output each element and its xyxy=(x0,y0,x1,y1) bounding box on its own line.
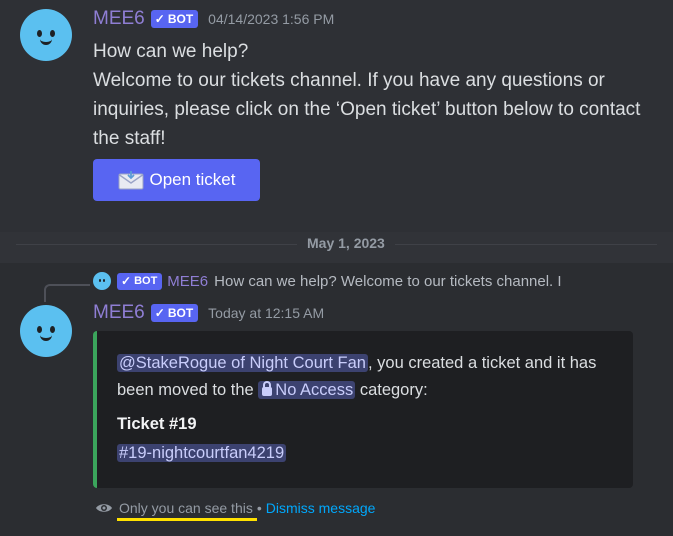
message-line: Welcome to our tickets channel. If you h… xyxy=(93,70,641,149)
reply-preview[interactable]: ✓ BOT MEE6 How can we help? Welcome to o… xyxy=(93,272,638,290)
message-1-header: MEE6 ✓ BOT 04/14/2023 1:56 PM xyxy=(93,8,334,30)
ticket-embed: @StakeRogue of Night Court Fan, you crea… xyxy=(93,331,633,488)
reply-avatar xyxy=(93,272,111,290)
avatar-eye-right xyxy=(50,326,55,333)
message-line: How can we help? xyxy=(93,41,249,62)
username[interactable]: MEE6 xyxy=(93,302,145,324)
separator-dot: • xyxy=(256,500,262,516)
mee6-avatar[interactable] xyxy=(20,305,72,357)
bot-badge-label: BOT xyxy=(167,306,194,320)
checkmark-icon: ✓ xyxy=(154,12,165,26)
embed-text: category: xyxy=(355,381,428,399)
envelope-icon xyxy=(118,171,143,190)
channel-mention[interactable]: #19-nightcourtfan4219 xyxy=(117,444,287,462)
username[interactable]: MEE6 xyxy=(93,8,145,30)
bot-badge-label: BOT xyxy=(167,12,194,26)
open-ticket-label: Open ticket xyxy=(149,170,236,189)
category-mention-label: No Access xyxy=(275,381,354,399)
ephemeral-notice: Only you can see this • Dismiss message xyxy=(95,500,376,521)
embed-description: @StakeRogue of Night Court Fan, you crea… xyxy=(117,350,617,404)
bot-badge: ✓ BOT xyxy=(150,304,199,322)
avatar-eye-left xyxy=(37,326,42,333)
bot-badge-label: BOT xyxy=(134,275,158,287)
avatar-eye-right xyxy=(50,30,55,37)
bot-badge: ✓ BOT xyxy=(150,10,199,28)
lock-icon xyxy=(262,381,273,396)
bot-badge: ✓ BOT xyxy=(117,272,163,290)
ticket-title: Ticket #19 xyxy=(117,415,197,433)
user-mention[interactable]: @StakeRogue of Night Court Fan xyxy=(117,354,368,372)
eye-icon xyxy=(96,504,112,512)
message-1-content: How can we help? Welcome to our tickets … xyxy=(93,37,653,153)
reply-avatar-eye xyxy=(99,279,101,282)
avatar-eye-left xyxy=(37,30,42,37)
avatar-mouth xyxy=(40,335,52,341)
reply-avatar-eye xyxy=(103,279,105,282)
checkmark-icon: ✓ xyxy=(121,274,132,288)
reply-text[interactable]: How can we help? Welcome to our tickets … xyxy=(214,273,561,290)
only-you-text: Only you can see this xyxy=(117,500,257,521)
category-mention[interactable]: No Access xyxy=(258,381,356,399)
reply-username[interactable]: MEE6 xyxy=(167,273,208,290)
reply-connector xyxy=(44,284,90,302)
message-2-header: MEE6 ✓ BOT Today at 12:15 AM xyxy=(93,302,324,324)
open-ticket-button[interactable]: Open ticket xyxy=(93,159,260,201)
mee6-avatar[interactable] xyxy=(20,9,72,61)
channel-mention-row: #19-nightcourtfan4219 xyxy=(117,441,287,465)
timestamp[interactable]: 04/14/2023 1:56 PM xyxy=(208,11,334,27)
dismiss-message-link[interactable]: Dismiss message xyxy=(266,500,376,516)
timestamp[interactable]: Today at 12:15 AM xyxy=(208,305,324,321)
date-divider-label: May 1, 2023 xyxy=(297,235,395,251)
avatar-mouth xyxy=(40,39,52,45)
checkmark-icon: ✓ xyxy=(154,306,165,320)
